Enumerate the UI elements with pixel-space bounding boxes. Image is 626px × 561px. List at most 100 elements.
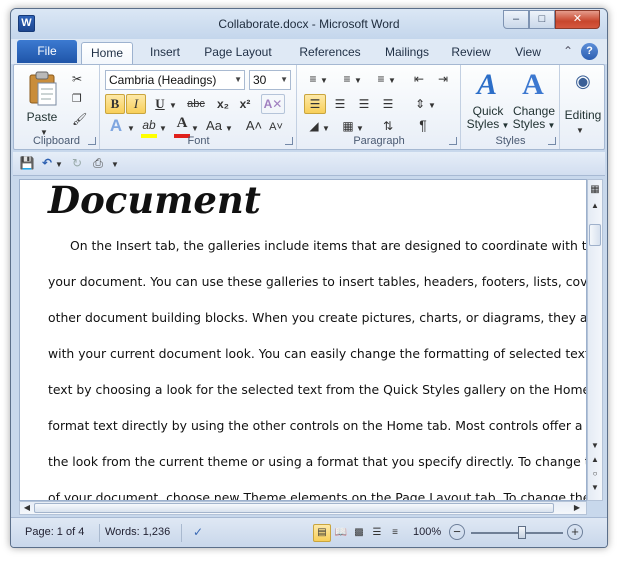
tab-file[interactable]: File [17,40,77,63]
align-right-button[interactable]: ☰ [354,96,374,112]
ruler-toggle-icon[interactable]: ▦ [589,182,601,198]
tab-home[interactable]: Home [81,42,133,64]
shrink-font-icon[interactable]: A˅ [267,119,285,135]
document-line[interactable]: with your current document look. You can… [48,346,586,361]
bullets-dropdown-icon[interactable]: ▼ [320,73,328,89]
font-size-combo[interactable]: 30 ▼ [249,70,291,90]
tab-view[interactable]: View [505,42,551,64]
scroll-up-icon[interactable]: ▲ [589,198,601,214]
print-icon[interactable]: ⎙ [89,155,107,171]
copy-icon[interactable]: ❐ [72,91,82,107]
font-color-icon[interactable]: A [173,115,191,131]
undo-dropdown-icon[interactable]: ▼ [55,157,63,173]
next-page-icon[interactable]: ▼ [589,480,601,496]
italic-button[interactable]: I [126,94,146,114]
chevron-down-icon: ▼ [280,75,288,84]
strikethrough-button[interactable]: abc [183,96,209,112]
quick-styles-label[interactable]: Quick Styles ▼ [464,105,512,132]
clear-formatting-icon[interactable]: A✕ [261,94,285,114]
decrease-indent-icon[interactable]: ⇤ [410,71,428,87]
scroll-right-icon[interactable]: ▶ [572,500,582,516]
vertical-scroll-thumb[interactable] [589,224,601,246]
shading-icon[interactable]: ◢ [304,118,324,134]
close-button[interactable]: ✕ [555,10,600,29]
styles-launcher-icon[interactable] [548,137,556,145]
horizontal-scroll-thumb[interactable] [34,503,554,513]
tab-page-layout[interactable]: Page Layout [197,42,279,64]
font-launcher-icon[interactable] [285,137,293,145]
subscript-button[interactable]: x₂ [213,96,233,112]
vertical-scrollbar[interactable]: ▦ ▲ ▼ ▲ ○ ▼ [587,179,603,501]
maximize-button[interactable]: □ [529,10,555,29]
zoom-slider-thumb[interactable] [517,526,526,539]
multilevel-dropdown-icon[interactable]: ▼ [388,73,396,89]
text-effects-icon[interactable]: A [105,117,127,134]
numbering-dropdown-icon[interactable]: ▼ [354,73,362,89]
superscript-button[interactable]: x² [235,96,255,112]
proofing-icon[interactable]: ✓ [189,524,207,540]
tab-review[interactable]: Review [445,42,497,64]
redo-icon[interactable]: ↻ [69,155,85,171]
tab-references[interactable]: References [289,42,371,64]
document-line[interactable]: format text directly by using the other … [48,418,586,433]
quick-styles-icon[interactable]: A [472,69,502,101]
grow-font-icon[interactable]: A˄ [245,118,263,134]
font-name-combo[interactable]: Cambria (Headings) ▼ [105,70,245,90]
paragraph-launcher-icon[interactable] [449,137,457,145]
full-screen-reading-icon[interactable]: 📖 [333,525,349,541]
document-line[interactable]: your document. You can use these galleri… [48,274,586,289]
zoom-in-button[interactable]: + [567,524,583,540]
draft-view-icon[interactable]: ≡ [387,525,403,541]
print-layout-view-icon[interactable]: ▤ [313,524,331,542]
horizontal-scrollbar[interactable]: ◀ ▶ [19,501,587,515]
undo-icon[interactable]: ↶ [39,155,55,171]
change-case-icon[interactable]: Aa [203,118,225,134]
minimize-button[interactable]: – [503,10,529,29]
customize-qat-icon[interactable]: ▼ [111,157,119,173]
web-layout-icon[interactable]: ▩ [351,525,367,541]
tab-insert[interactable]: Insert [139,42,191,64]
clipboard-launcher-icon[interactable] [88,137,96,145]
editing-label[interactable]: Editing [561,109,605,122]
clipboard-group-label: Clipboard [32,135,81,147]
cut-icon[interactable]: ✂ [72,71,82,87]
word-count[interactable]: Words: 1,236 [105,526,170,538]
outline-view-icon[interactable]: ☰ [369,525,385,541]
underline-dropdown-icon[interactable]: ▼ [169,98,177,114]
zoom-level[interactable]: 100% [413,526,441,538]
format-painter-icon[interactable]: 🖌 [72,111,87,127]
show-formatting-icon[interactable]: ¶ [414,117,432,133]
document-line[interactable]: text by choosing a look for the selected… [48,382,586,397]
justify-button[interactable]: ☰ [378,96,398,112]
line-spacing-icon[interactable]: ⇕ [410,96,430,112]
align-center-button[interactable]: ☰ [330,96,350,112]
paste-label[interactable]: Paste [22,111,62,124]
document-line[interactable]: the look from the current theme or using… [48,454,586,469]
borders-icon[interactable]: ▦ [338,118,358,134]
document-line[interactable]: other document building blocks. When you… [48,310,586,325]
change-styles-icon[interactable]: A [518,69,548,101]
sort-icon[interactable]: ⇅ [378,118,398,134]
increase-indent-icon[interactable]: ⇥ [434,71,452,87]
styles-group: A Quick Styles ▼ A Change Styles ▼ Style… [462,65,560,149]
highlight-icon[interactable]: ab [139,117,159,133]
binoculars-icon[interactable]: ◉ [571,72,595,90]
document-line[interactable]: of your document, choose new Theme eleme… [48,490,586,500]
align-left-button[interactable]: ☰ [304,94,326,114]
change-styles-label[interactable]: Change Styles ▼ [510,105,558,132]
document-line[interactable]: On the Insert tab, the galleries include… [70,238,586,253]
underline-button[interactable]: U [151,96,169,112]
bold-button[interactable]: B [105,94,125,114]
document-heading[interactable]: Document [48,180,261,222]
save-icon[interactable]: 💾 [19,155,35,171]
paste-icon[interactable] [26,71,60,107]
minimize-ribbon-icon[interactable]: ⌃ [561,44,575,58]
editing-dropdown-icon[interactable]: ▼ [576,123,584,139]
help-icon[interactable]: ? [581,43,598,60]
document-area[interactable]: Document On the Insert tab, the gallerie… [19,179,587,501]
tab-mailings[interactable]: Mailings [375,42,439,64]
page-count[interactable]: Page: 1 of 4 [25,526,84,538]
line-spacing-dropdown-icon[interactable]: ▼ [428,98,436,114]
zoom-out-button[interactable]: − [449,524,465,540]
scroll-left-icon[interactable]: ◀ [22,500,32,516]
